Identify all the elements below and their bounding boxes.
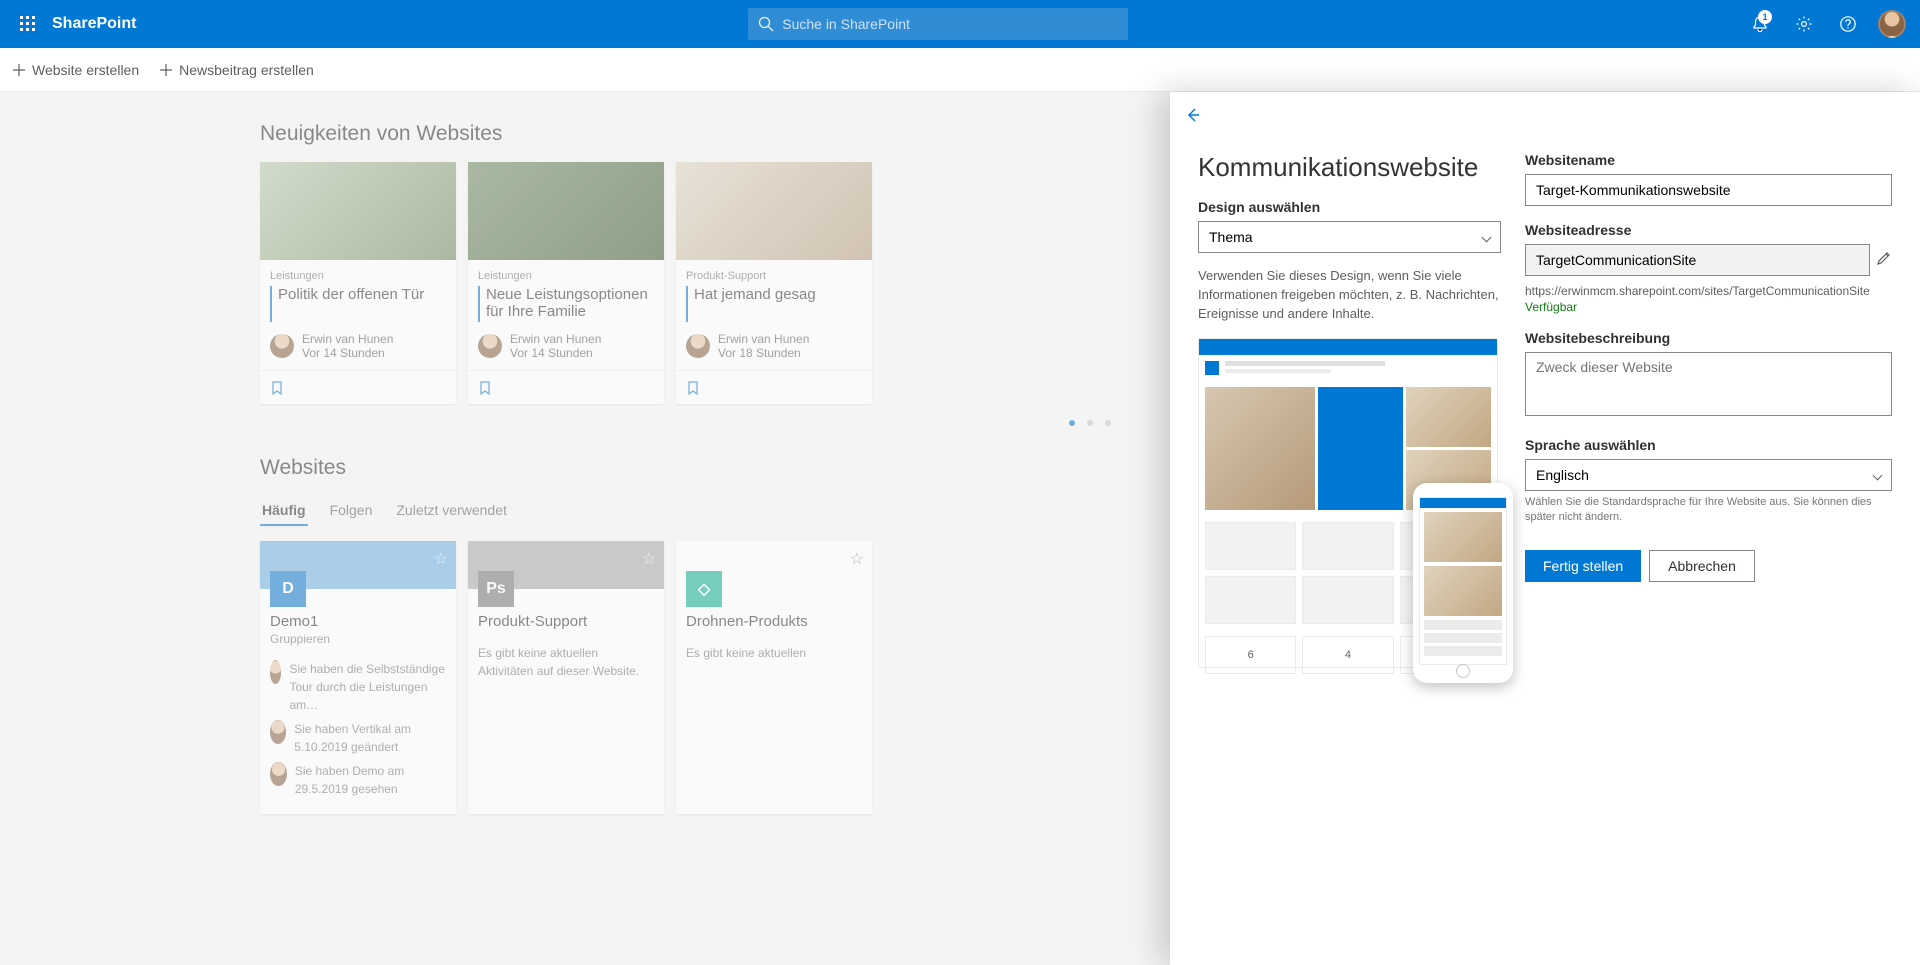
news-card: LeistungenPolitik der offenen TürErwin v… <box>260 162 456 404</box>
notifications-button[interactable]: 1 <box>1740 0 1780 48</box>
command-bar: Website erstellen Newsbeitrag erstellen <box>0 48 1920 92</box>
create-news-button[interactable]: Newsbeitrag erstellen <box>159 62 314 78</box>
siteaddress-label: Websiteadresse <box>1525 222 1892 238</box>
search-icon <box>758 16 774 32</box>
bookmark-icon <box>478 381 492 395</box>
suite-actions: 1 <box>1740 0 1912 48</box>
plus-icon <box>159 63 173 77</box>
bookmark-icon <box>686 381 700 395</box>
site-url-text: https://erwinmcm.sharepoint.com/sites/Ta… <box>1525 284 1892 298</box>
design-hint: Verwenden Sie dieses Design, wenn Sie vi… <box>1198 267 1501 324</box>
siteaddress-input[interactable] <box>1525 244 1870 276</box>
tab-following: Folgen <box>328 496 375 526</box>
star-icon: ☆ <box>642 549 656 569</box>
create-site-button[interactable]: Website erstellen <box>12 62 139 78</box>
site-card: D☆Demo1GruppierenSie haben die Selbststä… <box>260 541 456 814</box>
search-box[interactable] <box>748 8 1128 40</box>
language-label: Sprache auswählen <box>1525 437 1892 453</box>
star-icon: ☆ <box>434 549 448 569</box>
design-select-value: Thema <box>1209 229 1253 245</box>
settings-button[interactable] <box>1784 0 1824 48</box>
waffle-icon <box>20 16 36 32</box>
panel-back-button[interactable] <box>1184 106 1202 129</box>
panel-right-column: Websitename Websiteadresse https://erwin… <box>1525 92 1920 965</box>
chevron-down-icon <box>1482 232 1492 242</box>
tab-recent: Zuletzt verwendet <box>394 496 509 526</box>
design-label: Design auswählen <box>1198 199 1501 215</box>
edit-address-button[interactable] <box>1876 250 1892 271</box>
panel-left-column: Kommunikationswebsite Design auswählen T… <box>1170 92 1525 965</box>
arrow-left-icon <box>1184 106 1202 124</box>
mobile-preview <box>1413 483 1513 683</box>
language-select[interactable]: Englisch <box>1525 459 1892 491</box>
pencil-icon <box>1876 250 1892 266</box>
tab-frequent: Häufig <box>260 496 308 526</box>
availability-text: Verfügbar <box>1525 300 1892 314</box>
bookmark-icon <box>270 381 284 395</box>
brand-label: SharePoint <box>52 15 136 33</box>
search-wrapper <box>136 8 1740 40</box>
panel-title: Kommunikationswebsite <box>1198 152 1501 183</box>
design-preview: 6431 <box>1198 338 1498 668</box>
sitename-input[interactable] <box>1525 174 1892 206</box>
language-hint: Wählen Sie die Standardsprache für Ihre … <box>1525 495 1892 526</box>
chevron-down-icon <box>1873 470 1883 480</box>
search-input[interactable] <box>782 16 1118 32</box>
site-card: Ps☆Produkt-SupportEs gibt keine aktuelle… <box>468 541 664 814</box>
site-card: ◇☆Drohnen-ProduktsEs gibt keine aktuelle… <box>676 541 872 814</box>
sitedesc-textarea[interactable] <box>1525 352 1892 416</box>
finish-button[interactable]: Fertig stellen <box>1525 550 1641 582</box>
account-button[interactable] <box>1872 0 1912 48</box>
sitedesc-label: Websitebeschreibung <box>1525 330 1892 346</box>
sitename-label: Websitename <box>1525 152 1892 168</box>
create-site-label: Website erstellen <box>32 62 139 78</box>
news-card: LeistungenNeue Leistungsoptionen für Ihr… <box>468 162 664 404</box>
suite-bar: SharePoint 1 <box>0 0 1920 48</box>
help-button[interactable] <box>1828 0 1868 48</box>
app-launcher-button[interactable] <box>8 0 48 48</box>
design-select[interactable]: Thema <box>1198 221 1501 253</box>
site-tabs: Häufig Folgen Zuletzt verwendet <box>260 496 860 527</box>
help-icon <box>1839 15 1857 33</box>
star-icon: ☆ <box>850 549 864 569</box>
language-select-value: Englisch <box>1536 467 1589 483</box>
gear-icon <box>1795 15 1813 33</box>
create-news-label: Newsbeitrag erstellen <box>179 62 314 78</box>
avatar-icon <box>1878 10 1906 38</box>
create-commsite-panel: Kommunikationswebsite Design auswählen T… <box>1170 92 1920 965</box>
news-card: Produkt-SupportHat jemand gesagErwin van… <box>676 162 872 404</box>
page: Neuigkeiten von Websites LeistungenPolit… <box>0 92 1920 965</box>
cancel-button[interactable]: Abbrechen <box>1649 550 1755 582</box>
plus-icon <box>12 63 26 77</box>
notification-badge: 1 <box>1758 10 1772 24</box>
